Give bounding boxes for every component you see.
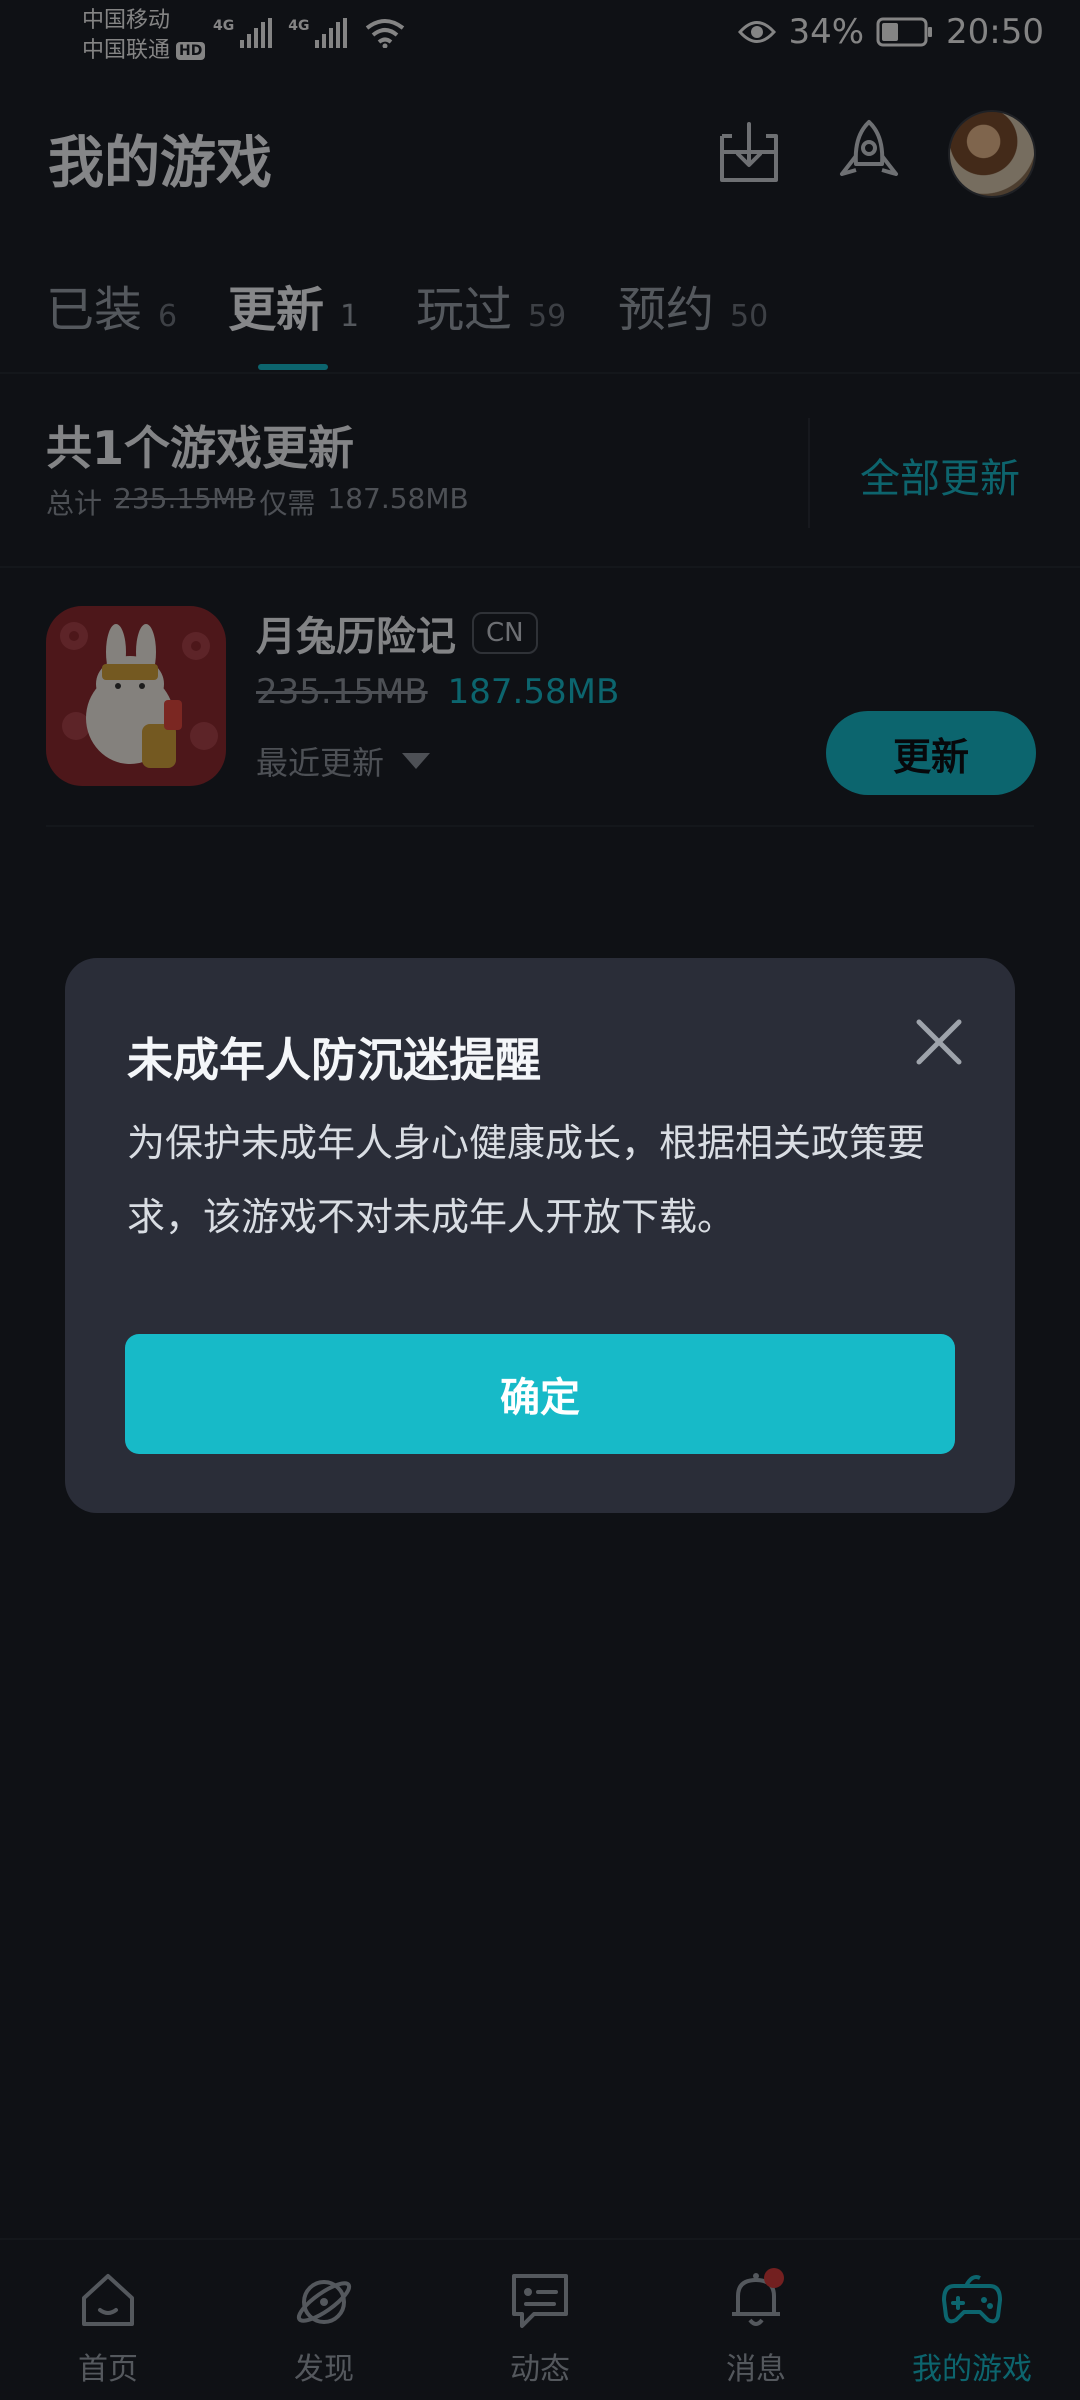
minor-protection-dialog: 未成年人防沉迷提醒 为保护未成年人身心健康成长，根据相关政策要求，该游戏不对未成… bbox=[65, 958, 1015, 1513]
confirm-button[interactable]: 确定 bbox=[125, 1334, 955, 1454]
dialog-title: 未成年人防沉迷提醒 bbox=[127, 1033, 541, 1087]
close-icon[interactable] bbox=[911, 1014, 967, 1070]
dialog-message: 为保护未成年人身心健康成长，根据相关政策要求，该游戏不对未成年人开放下载。 bbox=[127, 1121, 926, 1239]
